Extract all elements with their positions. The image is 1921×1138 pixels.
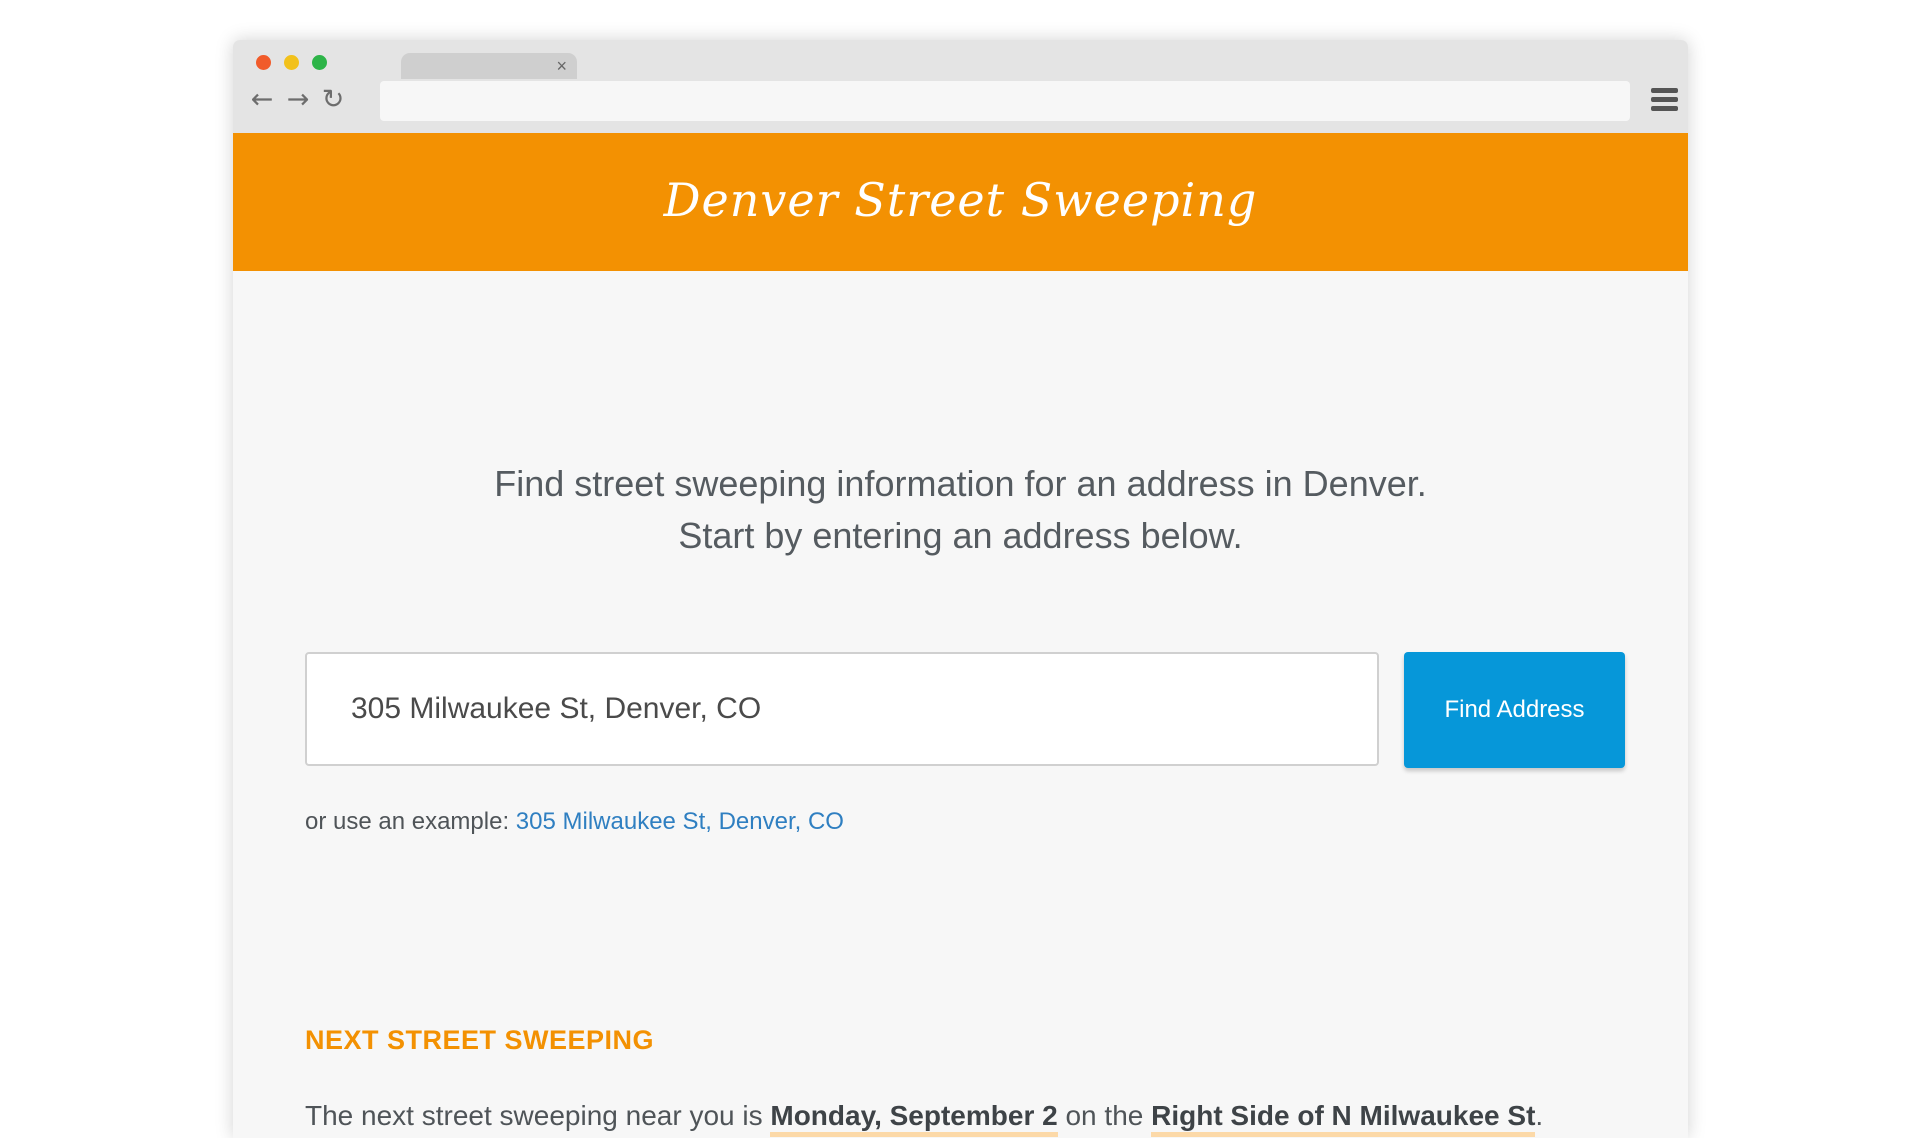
next-sweeping-date: Monday, September 2 [770,1100,1058,1137]
example-line: or use an example: 305 Milwaukee St, Den… [305,808,844,836]
next-sweeping-text: The next street sweeping near you is Mon… [305,1100,1544,1137]
next-sweeping-suffix: . [1535,1100,1544,1131]
browser-chrome: × ← → ↻ [233,40,1688,133]
reload-icon[interactable]: ↻ [319,85,347,115]
browser-window: × ← → ↻ Denver Street Sweeping Find stre… [233,40,1688,1138]
next-sweeping-middle: on the [1065,1100,1144,1131]
tab-close-icon[interactable]: × [556,55,567,77]
intro-line-1: Find street sweeping information for an … [494,463,1427,504]
find-address-button[interactable]: Find Address [1404,652,1625,768]
maximize-window-button[interactable] [312,55,327,70]
site-header: Denver Street Sweeping [233,133,1688,271]
next-sweeping-heading: NEXT STREET SWEEPING [305,1025,655,1055]
address-search-input[interactable] [305,652,1379,766]
next-sweeping-prefix: The next street sweeping near you is [305,1100,763,1131]
example-prefix: or use an example: [305,808,510,835]
example-address-link[interactable]: 305 Milwaukee St, Denver, CO [516,808,844,835]
intro-text: Find street sweeping information for an … [233,458,1688,562]
minimize-window-button[interactable] [284,55,299,70]
address-bar[interactable] [380,81,1630,121]
arrow-right-icon[interactable]: → [284,85,312,115]
site-title: Denver Street Sweeping [663,173,1258,227]
hamburger-menu-icon[interactable] [1651,88,1678,112]
next-sweeping-side: Right Side of N Milwaukee St [1151,1100,1536,1137]
arrow-left-icon[interactable]: ← [248,85,276,115]
intro-line-2: Start by entering an address below. [678,515,1243,556]
close-window-button[interactable] [256,55,271,70]
browser-tab[interactable]: × [401,53,577,79]
